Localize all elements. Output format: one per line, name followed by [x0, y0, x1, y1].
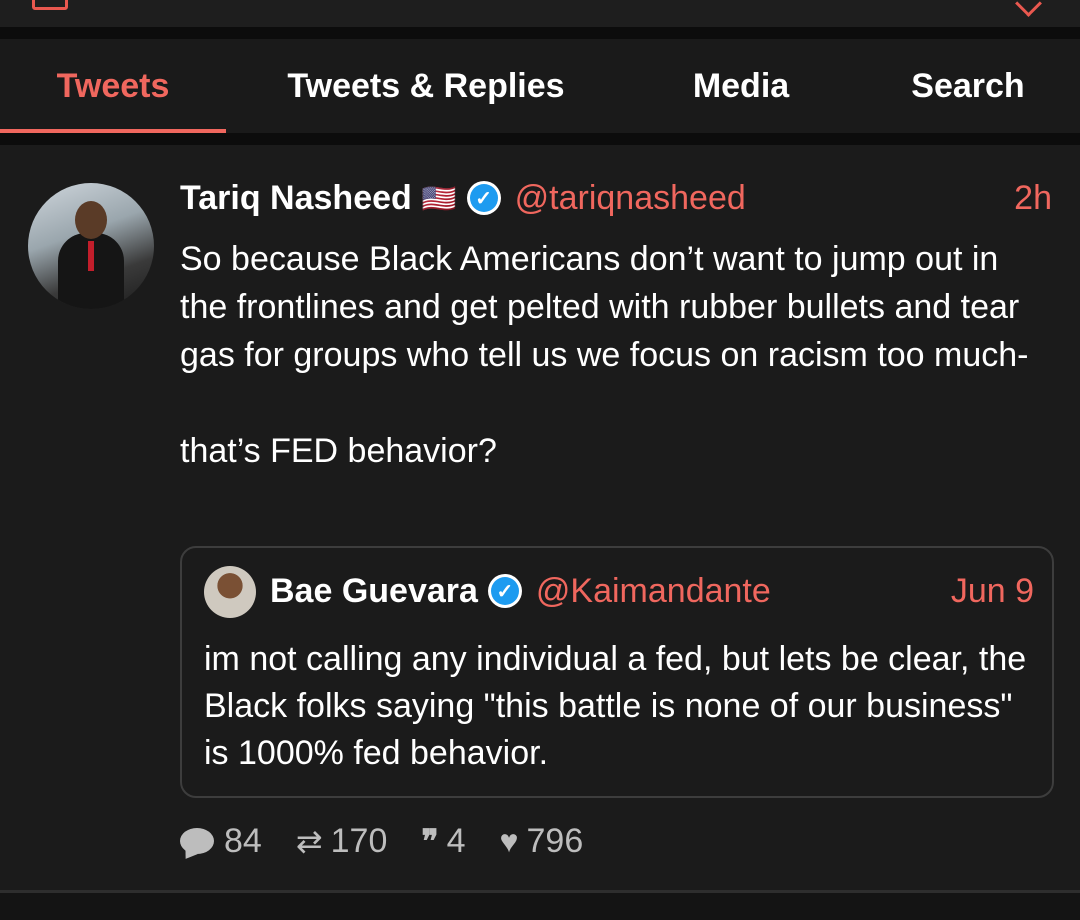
us-flag-icon: 🇺🇸 [421, 182, 457, 214]
media-count-bar[interactable] [0, 0, 1080, 27]
tweet-time: 2h [1014, 178, 1052, 217]
retweet-count: 170 [330, 821, 388, 860]
tweet[interactable]: Tariq Nasheed 🇺🇸 ✓ @tariqnasheed 2h So b… [0, 145, 1080, 890]
retweet-button[interactable]: ⇄ 170 [296, 822, 388, 861]
retweet-icon: ⇄ [295, 823, 323, 859]
next-item [0, 893, 1080, 920]
photos-icon [32, 0, 68, 10]
like-count: 796 [526, 821, 584, 860]
reply-button[interactable]: 84 [180, 822, 262, 861]
reply-icon [180, 828, 214, 854]
quoted-tweet-time: Jun 9 [950, 571, 1034, 610]
tweet-actions: 84 ⇄ 170 ❞ 4 ♥ 796 [180, 819, 617, 863]
tab-tweets-replies[interactable]: Tweets & Replies [226, 39, 626, 133]
reply-count: 84 [224, 821, 262, 860]
tab-search[interactable]: Search [856, 39, 1080, 133]
tweet-header: Tariq Nasheed 🇺🇸 ✓ @tariqnasheed 2h [180, 177, 1052, 219]
quoted-author-name[interactable]: Bae Guevara [270, 572, 478, 611]
heart-icon: ♥ [499, 822, 519, 859]
tweet-text: So because Black Americans don’t want to… [180, 240, 1029, 470]
author-handle[interactable]: @tariqnasheed [515, 179, 746, 218]
profile-tabs: Tweets Tweets & Replies Media Search [0, 39, 1080, 133]
quote-button[interactable]: ❞ 4 [421, 822, 465, 861]
author-name[interactable]: Tariq Nasheed [180, 179, 412, 218]
tab-tweets[interactable]: Tweets [0, 39, 226, 133]
quoted-tweet-header: Bae Guevara ✓ @Kaimandante Jun 9 [270, 570, 1034, 612]
quote-count: 4 [446, 821, 466, 860]
avatar[interactable] [204, 566, 256, 618]
quoted-tweet[interactable]: Bae Guevara ✓ @Kaimandante Jun 9 im not … [180, 546, 1054, 798]
tab-media[interactable]: Media [626, 39, 856, 133]
like-button[interactable]: ♥ 796 [500, 822, 584, 861]
avatar[interactable] [28, 183, 154, 309]
verified-icon: ✓ [466, 181, 501, 215]
quoted-author-handle[interactable]: @Kaimandante [536, 572, 771, 611]
chevron-down-icon[interactable] [1015, 0, 1042, 17]
divider [0, 133, 1080, 145]
quoted-tweet-text: im not calling any individual a fed, but… [204, 640, 1027, 772]
quote-icon: ❞ [421, 823, 439, 859]
divider [0, 27, 1080, 39]
verified-icon: ✓ [487, 574, 522, 608]
